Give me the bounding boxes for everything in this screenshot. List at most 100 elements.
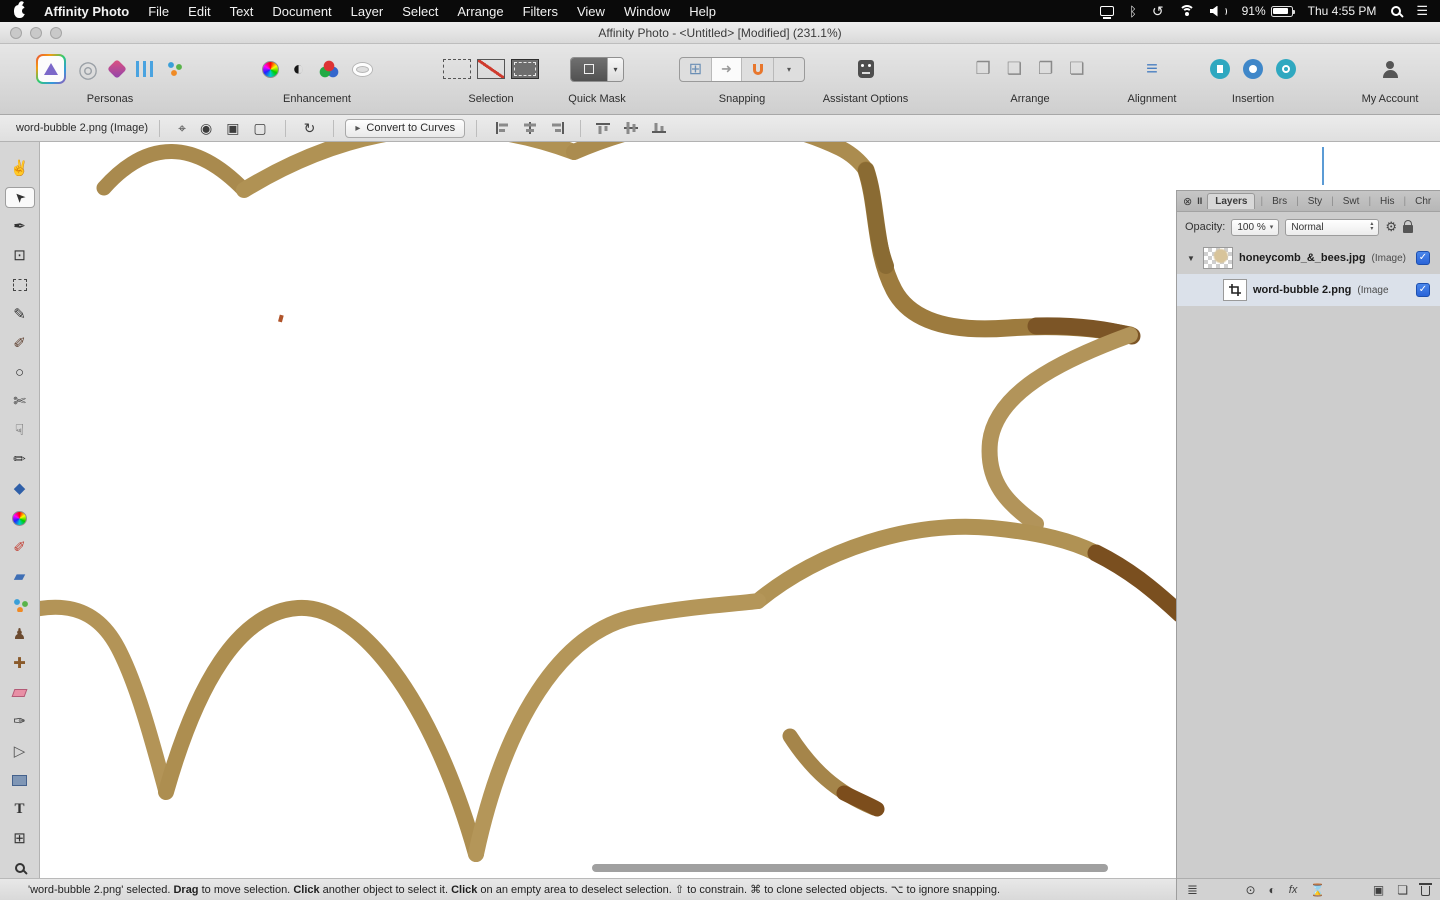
background-erase-tool[interactable]: ▰ <box>5 566 35 587</box>
align-right-icon[interactable] <box>550 121 566 135</box>
healing-brush-tool[interactable]: ✚ <box>5 653 35 674</box>
move-anchor-icon[interactable]: ⌖ <box>178 120 186 137</box>
arrange-to-front-icon[interactable]: ❒ <box>976 59 991 79</box>
selection-marquee-icon[interactable] <box>443 59 471 79</box>
layer-row-word-bubble[interactable]: word-bubble 2.png (Image ✓ <box>1177 274 1440 306</box>
zoom-tool[interactable] <box>5 857 35 878</box>
freehand-selection-tool[interactable]: ○ <box>5 362 35 383</box>
panel-pause-icon[interactable]: II <box>1197 196 1202 206</box>
align-middle-vertical-icon[interactable] <box>623 121 639 135</box>
snapping-move-icon[interactable]: ➜ <box>711 58 742 81</box>
quick-mask-button[interactable] <box>571 58 607 81</box>
auto-white-balance-icon[interactable] <box>353 63 372 76</box>
selection-brush-tool[interactable]: ✎ <box>5 304 35 325</box>
layer-row-honeycomb[interactable]: ▼ honeycomb_&_bees.jpg (Image) ✓ <box>1177 242 1440 274</box>
menu-item-text[interactable]: Text <box>230 4 254 19</box>
pen-tool[interactable]: ✑ <box>5 712 35 733</box>
menu-item-layer[interactable]: Layer <box>351 4 384 19</box>
snapping-dropdown[interactable]: ▾ <box>773 58 804 81</box>
mixer-brush-tool[interactable]: ✏ <box>5 449 35 470</box>
menu-item-window[interactable]: Window <box>624 4 670 19</box>
bluetooth-icon[interactable]: ᛒ <box>1129 4 1137 19</box>
mask-layer-icon[interactable]: ⊙ <box>1245 883 1255 897</box>
volume-icon[interactable] <box>1210 6 1227 17</box>
deselect-icon[interactable] <box>477 59 505 79</box>
paint-brush-tool[interactable]: ✐ <box>5 333 35 354</box>
auto-contrast-icon[interactable]: ◐ <box>292 58 304 81</box>
align-left-icon[interactable] <box>494 121 510 135</box>
remove-layer-icon[interactable] <box>1421 886 1430 896</box>
eraser-tool[interactable] <box>5 683 35 704</box>
tab-layers[interactable]: Layers <box>1207 193 1255 209</box>
apple-menu-icon[interactable] <box>14 5 25 18</box>
auto-levels-icon[interactable] <box>262 61 279 78</box>
arrange-backward-icon[interactable]: ❐ <box>1038 59 1053 79</box>
document-canvas[interactable] <box>40 142 1176 878</box>
rectangular-marquee-tool[interactable] <box>5 275 35 296</box>
liquify-persona-icon[interactable]: ◎ <box>78 56 98 83</box>
edit-all-layers-icon[interactable]: ≣ <box>1187 882 1198 898</box>
menu-item-filters[interactable]: Filters <box>523 4 558 19</box>
alignment-icon[interactable]: ≡ <box>1146 58 1158 81</box>
menu-clock[interactable]: Thu 4:55 PM <box>1308 4 1377 18</box>
show-handles-icon[interactable]: ◉ <box>200 120 212 137</box>
opacity-select[interactable]: 100 % ▾ <box>1231 219 1279 236</box>
quick-mask-dropdown[interactable]: ▾ <box>607 58 623 81</box>
tone-mapping-persona-icon[interactable] <box>136 61 154 77</box>
convert-to-curves-button[interactable]: ▸ Convert to Curves <box>345 119 465 138</box>
smudge-tool[interactable]: ☟ <box>5 420 35 441</box>
my-account-icon[interactable] <box>1381 61 1399 78</box>
time-machine-icon[interactable]: ↺ <box>1152 3 1164 20</box>
adjustment-layer-icon[interactable]: ◐ <box>1269 883 1276 897</box>
menu-item-edit[interactable]: Edit <box>188 4 210 19</box>
live-filter-icon[interactable]: ⌛ <box>1310 883 1325 897</box>
layer-visibility-checkbox[interactable]: ✓ <box>1416 283 1430 297</box>
node-tool[interactable]: ▷ <box>5 741 35 762</box>
arrange-to-back-icon[interactable]: ❏ <box>1069 59 1084 79</box>
export-persona-icon[interactable] <box>166 61 184 77</box>
snapping-magnet-icon[interactable] <box>742 58 773 81</box>
layer-settings-gear-icon[interactable]: ⚙ <box>1385 219 1397 235</box>
insert-inside-icon[interactable] <box>1243 59 1263 79</box>
screen-mirroring-icon[interactable] <box>1100 6 1114 16</box>
align-center-horizontal-icon[interactable] <box>522 121 538 135</box>
layer-thumbnail[interactable] <box>1203 247 1233 269</box>
develop-persona-icon[interactable] <box>107 59 127 79</box>
add-layer-icon[interactable]: ❏ <box>1397 883 1408 897</box>
rectangle-tool[interactable] <box>5 770 35 791</box>
menu-item-view[interactable]: View <box>577 4 605 19</box>
group-layers-icon[interactable]: ▣ <box>1373 883 1384 897</box>
snapping-grid-icon[interactable]: ⊞ <box>680 58 711 81</box>
clone-stamp-tool[interactable]: ♟ <box>5 624 35 645</box>
flood-fill-tool[interactable]: ◆ <box>5 479 35 500</box>
blend-mode-select[interactable]: Normal ▴▾ <box>1285 219 1379 236</box>
photo-persona-icon[interactable] <box>36 54 66 84</box>
layer-visibility-checkbox[interactable]: ✓ <box>1416 251 1430 265</box>
insert-on-top-icon[interactable] <box>1276 59 1296 79</box>
auto-colours-icon[interactable] <box>318 59 340 79</box>
align-bottom-icon[interactable] <box>651 121 667 135</box>
layer-thumbnail[interactable] <box>1223 279 1247 301</box>
disclosure-triangle-icon[interactable]: ▼ <box>1187 254 1197 263</box>
transform-bounds-icon[interactable]: ▣ <box>226 120 239 137</box>
menu-item-help[interactable]: Help <box>689 4 716 19</box>
wifi-icon[interactable] <box>1179 5 1195 17</box>
app-menu-title[interactable]: Affinity Photo <box>44 4 129 19</box>
spotlight-icon[interactable] <box>1391 6 1401 16</box>
insert-behind-icon[interactable] <box>1210 59 1230 79</box>
layer-effects-icon[interactable]: fx <box>1289 884 1298 896</box>
align-top-icon[interactable] <box>595 121 611 135</box>
tab-styles[interactable]: Sty <box>1304 195 1326 208</box>
notification-center-icon[interactable]: ☰ <box>1416 3 1428 19</box>
cycle-transform-icon[interactable]: ↻ <box>304 120 316 137</box>
inpainting-brush-tool[interactable] <box>5 595 35 616</box>
color-picker-tool[interactable]: ✒ <box>5 216 35 237</box>
view-tool[interactable]: ✌ <box>5 158 35 179</box>
colour-replacement-brush-tool[interactable]: ✐ <box>5 537 35 558</box>
invert-selection-icon[interactable] <box>511 59 539 79</box>
arrange-forward-icon[interactable]: ❑ <box>1007 59 1022 79</box>
lock-icon[interactable] <box>1403 225 1413 233</box>
transform-objects-icon[interactable]: ▢ <box>253 120 266 137</box>
menu-item-document[interactable]: Document <box>272 4 331 19</box>
mesh-warp-tool[interactable]: ⊞ <box>5 828 35 849</box>
